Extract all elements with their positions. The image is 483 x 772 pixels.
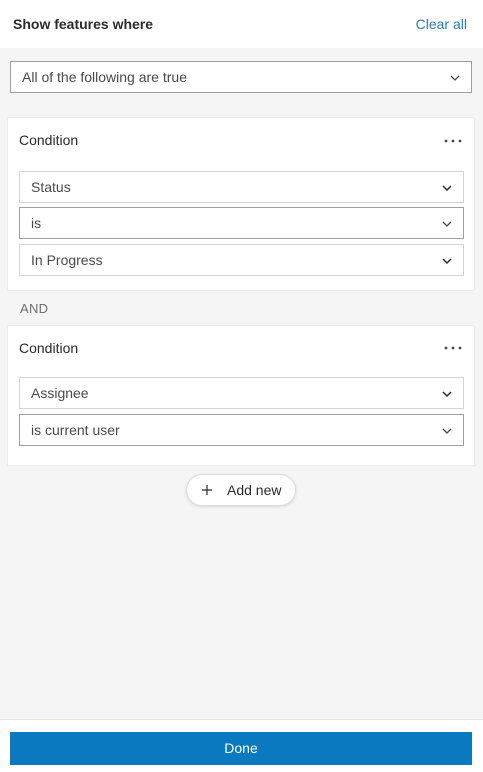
match-mode-value: All of the following are true: [22, 69, 187, 85]
condition-card-1: Condition Status is In Progress: [7, 117, 475, 291]
chevron-down-icon: [442, 428, 452, 434]
chevron-down-icon: [442, 258, 452, 265]
add-new-label: Add new: [227, 482, 282, 498]
field-select[interactable]: Assignee: [19, 377, 464, 409]
field-select-value: Status: [31, 179, 71, 195]
logic-operator-label: AND: [20, 301, 49, 316]
plus-icon: [202, 485, 212, 495]
match-mode-select[interactable]: All of the following are true: [10, 61, 472, 93]
field-select-value: Assignee: [31, 385, 89, 401]
more-options-icon[interactable]: [443, 137, 463, 145]
chevron-down-icon: [450, 75, 460, 81]
chevron-down-icon: [442, 221, 452, 227]
panel-title: Show features where: [13, 16, 154, 32]
condition-title: Condition: [19, 132, 79, 148]
panel-header: Show features where Clear all: [0, 0, 483, 48]
done-button[interactable]: Done: [10, 732, 472, 765]
chevron-down-icon: [442, 185, 452, 192]
value-select[interactable]: In Progress: [19, 244, 464, 276]
condition-card-2: Condition Assignee is current user: [7, 325, 475, 466]
operator-select[interactable]: is: [19, 207, 464, 239]
operator-select[interactable]: is current user: [19, 414, 464, 446]
operator-select-value: is current user: [31, 422, 120, 438]
condition-title: Condition: [19, 340, 79, 356]
panel-footer: Done: [0, 719, 483, 772]
operator-select-value: is: [31, 215, 42, 231]
clear-all-link[interactable]: Clear all: [416, 16, 467, 32]
add-new-button[interactable]: Add new: [186, 474, 296, 506]
field-select[interactable]: Status: [19, 171, 464, 203]
value-select-value: In Progress: [31, 252, 103, 268]
more-options-icon[interactable]: [443, 344, 463, 352]
chevron-down-icon: [442, 391, 452, 398]
